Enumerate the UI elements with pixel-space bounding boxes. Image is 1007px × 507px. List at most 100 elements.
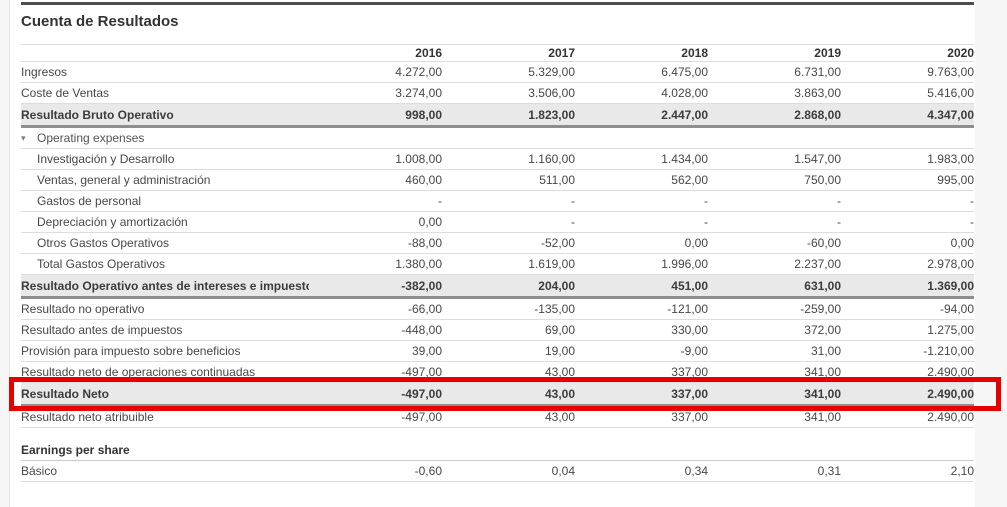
cell-2016: -66,00: [309, 302, 442, 316]
cell-2016: -448,00: [309, 323, 442, 337]
cell-2016: 1.008,00: [309, 152, 442, 166]
row-label-cell: ▾ Coste de Ventas: [21, 86, 309, 100]
row-label-cell: ▾ Operating expenses: [21, 131, 309, 145]
cell-2017: 511,00: [442, 173, 575, 187]
row-label: Operating expenses: [37, 131, 144, 145]
cell-2019: 6.731,00: [708, 65, 841, 79]
cell-2017: 69,00: [442, 323, 575, 337]
row-label-cell: ▾ Depreciación y amortización: [21, 215, 309, 229]
cell-2020: -1.210,00: [841, 344, 974, 358]
cell-2017: 1.619,00: [442, 257, 575, 271]
cell-2019: 372,00: [708, 323, 841, 337]
cell-2016: 998,00: [309, 108, 442, 122]
cell-2017: 1.160,00: [442, 152, 575, 166]
cell-2016: 3.274,00: [309, 86, 442, 100]
row-label-cell: ▾ Earnings per share: [21, 443, 309, 457]
cell-2019: 0,31: [708, 464, 841, 478]
row-label-cell: ▾ Resultado antes de impuestos: [21, 323, 309, 337]
cell-2020: 2.978,00: [841, 257, 974, 271]
cell-2020: 0,00: [841, 236, 974, 250]
page-title: Cuenta de Resultados: [21, 5, 974, 44]
cell-2016: -497,00: [309, 365, 442, 379]
cell-2019: 3.863,00: [708, 86, 841, 100]
cell-2020: -: [841, 215, 974, 229]
cell-2020: 4.347,00: [841, 108, 974, 122]
row-label: Resultado no operativo: [21, 302, 144, 316]
cell-2020: 1.369,00: [841, 279, 974, 293]
row-label: Gastos de personal: [37, 194, 141, 208]
cell-2018: 337,00: [575, 387, 708, 401]
row-label: Resultado antes de impuestos: [21, 323, 182, 337]
cell-2019: 341,00: [708, 365, 841, 379]
row-label: Total Gastos Operativos: [37, 257, 165, 271]
cell-2017: -52,00: [442, 236, 575, 250]
table-row: ▾ Resultado neto atribuible -497,00 43,0…: [21, 407, 974, 428]
year-header-2017: 2017: [442, 46, 575, 60]
cell-2020: 2.490,00: [841, 387, 974, 401]
cell-2019: -60,00: [708, 236, 841, 250]
table-row: ▾ Resultado no operativo -66,00 -135,00 …: [21, 299, 974, 320]
cell-2018: 6.475,00: [575, 65, 708, 79]
row-label-cell: ▾ Resultado neto atribuible: [21, 410, 309, 424]
row-label-cell: ▾ Total Gastos Operativos: [21, 257, 309, 271]
table-body: ▾ Ingresos 4.272,00 5.329,00 6.475,00 6.…: [21, 62, 974, 482]
cell-2017: -: [442, 194, 575, 208]
cell-2018: 337,00: [575, 365, 708, 379]
year-header-2018: 2018: [575, 46, 708, 60]
table-row: ▾ Depreciación y amortización 0,00 - - -…: [21, 212, 974, 233]
cell-2018: 0,34: [575, 464, 708, 478]
row-label: Resultado Neto: [21, 387, 109, 401]
cell-2018: -: [575, 194, 708, 208]
table-row[interactable]: ▾ Operating expenses: [21, 128, 974, 149]
cell-2018: 2.447,00: [575, 108, 708, 122]
cell-2016: 0,00: [309, 215, 442, 229]
cell-2017: -135,00: [442, 302, 575, 316]
cell-2020: 9.763,00: [841, 65, 974, 79]
cell-2017: 0,04: [442, 464, 575, 478]
row-label: Investigación y Desarrollo: [37, 152, 174, 166]
row-label-cell: ▾ Gastos de personal: [21, 194, 309, 208]
cell-2016: 1.380,00: [309, 257, 442, 271]
row-label: Earnings per share: [21, 443, 130, 457]
cell-2016: 39,00: [309, 344, 442, 358]
cell-2020: 1.275,00: [841, 323, 974, 337]
collapse-caret-icon[interactable]: ▾: [21, 134, 30, 143]
cell-2016: 4.272,00: [309, 65, 442, 79]
cell-2019: 341,00: [708, 387, 841, 401]
cell-2017: 5.329,00: [442, 65, 575, 79]
table-row: ▾ Gastos de personal - - - - -: [21, 191, 974, 212]
cell-2017: 43,00: [442, 365, 575, 379]
row-label: Resultado neto de operaciones continuada…: [21, 365, 255, 379]
content-panel: Cuenta de Resultados 2016 2017 2018 2019…: [9, 0, 975, 507]
cell-2016: -382,00: [309, 279, 442, 293]
cell-2017: 204,00: [442, 279, 575, 293]
row-label: Ventas, general y administración: [37, 173, 210, 187]
cell-2017: 1.823,00: [442, 108, 575, 122]
table-row: ▾ Investigación y Desarrollo 1.008,00 1.…: [21, 149, 974, 170]
cell-2018: -121,00: [575, 302, 708, 316]
cell-2019: -259,00: [708, 302, 841, 316]
table-row: ▾ Resultado Operativo antes de intereses…: [21, 275, 974, 299]
cell-2019: 631,00: [708, 279, 841, 293]
table-row: ▾ Ingresos 4.272,00 5.329,00 6.475,00 6.…: [21, 62, 974, 83]
cell-2019: -: [708, 215, 841, 229]
row-label: Depreciación y amortización: [37, 215, 188, 229]
row-label-cell: ▾ Provisión para impuesto sobre benefici…: [21, 344, 309, 358]
cell-2019: -: [708, 194, 841, 208]
table-row: ▾ Ventas, general y administración 460,0…: [21, 170, 974, 191]
row-label-cell: ▾ Resultado Operativo antes de intereses…: [21, 279, 309, 293]
cell-2017: -: [442, 215, 575, 229]
cell-2017: 19,00: [442, 344, 575, 358]
row-label: Resultado neto atribuible: [21, 410, 154, 424]
table-row: ▾ Earnings per share: [21, 440, 974, 461]
cell-2016: -0,60: [309, 464, 442, 478]
cell-2019: 750,00: [708, 173, 841, 187]
cell-2018: -: [575, 215, 708, 229]
cell-2018: 1.434,00: [575, 152, 708, 166]
cell-2018: 337,00: [575, 410, 708, 424]
page: Cuenta de Resultados 2016 2017 2018 2019…: [0, 0, 1007, 507]
cell-2019: 31,00: [708, 344, 841, 358]
table-row: ▾ Otros Gastos Operativos -88,00 -52,00 …: [21, 233, 974, 254]
table-row: ▾ Provisión para impuesto sobre benefici…: [21, 341, 974, 362]
cell-2016: -497,00: [309, 410, 442, 424]
